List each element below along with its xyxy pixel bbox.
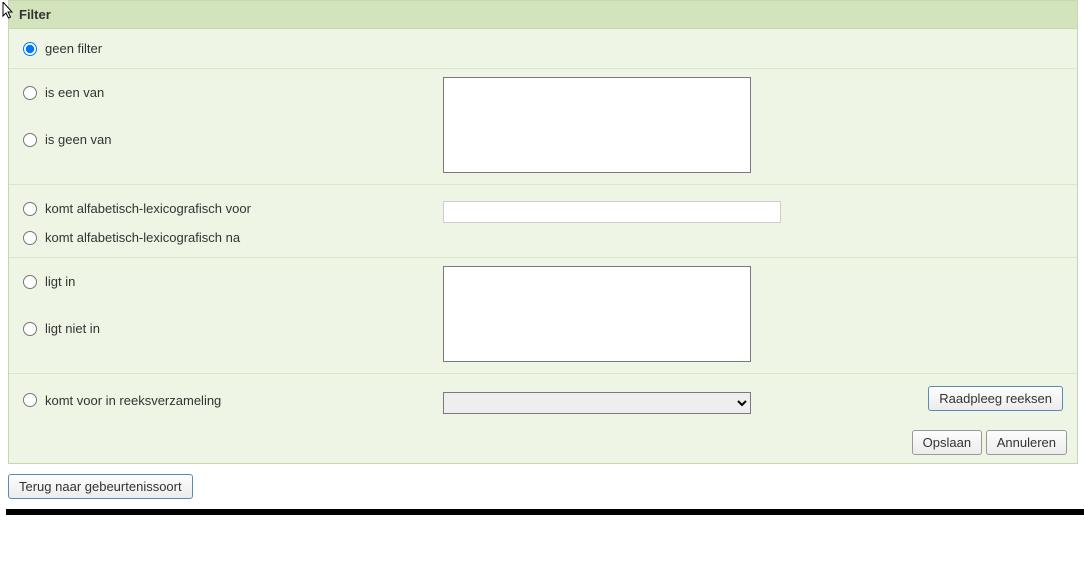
radio-not-in-range[interactable]	[23, 322, 37, 336]
section-none: geen filter	[9, 29, 1077, 69]
radio-is-not-one-of-label: is geen van	[45, 132, 112, 147]
filter-title: Filter	[19, 7, 51, 22]
oneof-listbox[interactable]	[443, 77, 751, 173]
radio-in-range-label: ligt in	[45, 274, 75, 289]
bottom-bar	[6, 509, 1084, 515]
radio-alpha-before[interactable]	[23, 202, 37, 216]
series-dropdown[interactable]	[443, 392, 751, 414]
radio-in-range[interactable]	[23, 275, 37, 289]
footer-buttons: Opslaan Annuleren	[9, 422, 1077, 463]
section-series: komt voor in reeksverzameling Raadpleeg …	[9, 374, 1077, 422]
section-range: ligt in ligt niet in	[9, 258, 1077, 374]
back-row: Terug naar gebeurtenissoort	[0, 464, 1084, 509]
radio-is-not-one-of[interactable]	[23, 133, 37, 147]
radio-in-series[interactable]	[23, 393, 37, 407]
radio-none-label: geen filter	[45, 41, 102, 56]
section-alpha: komt alfabetisch-lexicografisch voor kom…	[9, 185, 1077, 258]
radio-in-series-label: komt voor in reeksverzameling	[45, 393, 221, 408]
radio-alpha-after-label: komt alfabetisch-lexicografisch na	[45, 230, 240, 245]
radio-none[interactable]	[23, 42, 37, 56]
range-listbox[interactable]	[443, 266, 751, 362]
back-button[interactable]: Terug naar gebeurtenissoort	[8, 474, 193, 499]
cancel-button[interactable]: Annuleren	[986, 430, 1067, 455]
save-button[interactable]: Opslaan	[912, 430, 982, 455]
radio-alpha-before-label: komt alfabetisch-lexicografisch voor	[45, 201, 251, 216]
alpha-input[interactable]	[443, 201, 781, 223]
radio-is-one-of-label: is een van	[45, 85, 104, 100]
consult-series-button[interactable]: Raadpleeg reeksen	[928, 386, 1063, 411]
radio-is-one-of[interactable]	[23, 86, 37, 100]
filter-header: Filter	[9, 1, 1077, 29]
radio-not-in-range-label: ligt niet in	[45, 321, 100, 336]
radio-alpha-after[interactable]	[23, 231, 37, 245]
section-oneof: is een van is geen van	[9, 69, 1077, 185]
filter-panel: Filter geen filter is een van is geen va…	[8, 0, 1078, 464]
